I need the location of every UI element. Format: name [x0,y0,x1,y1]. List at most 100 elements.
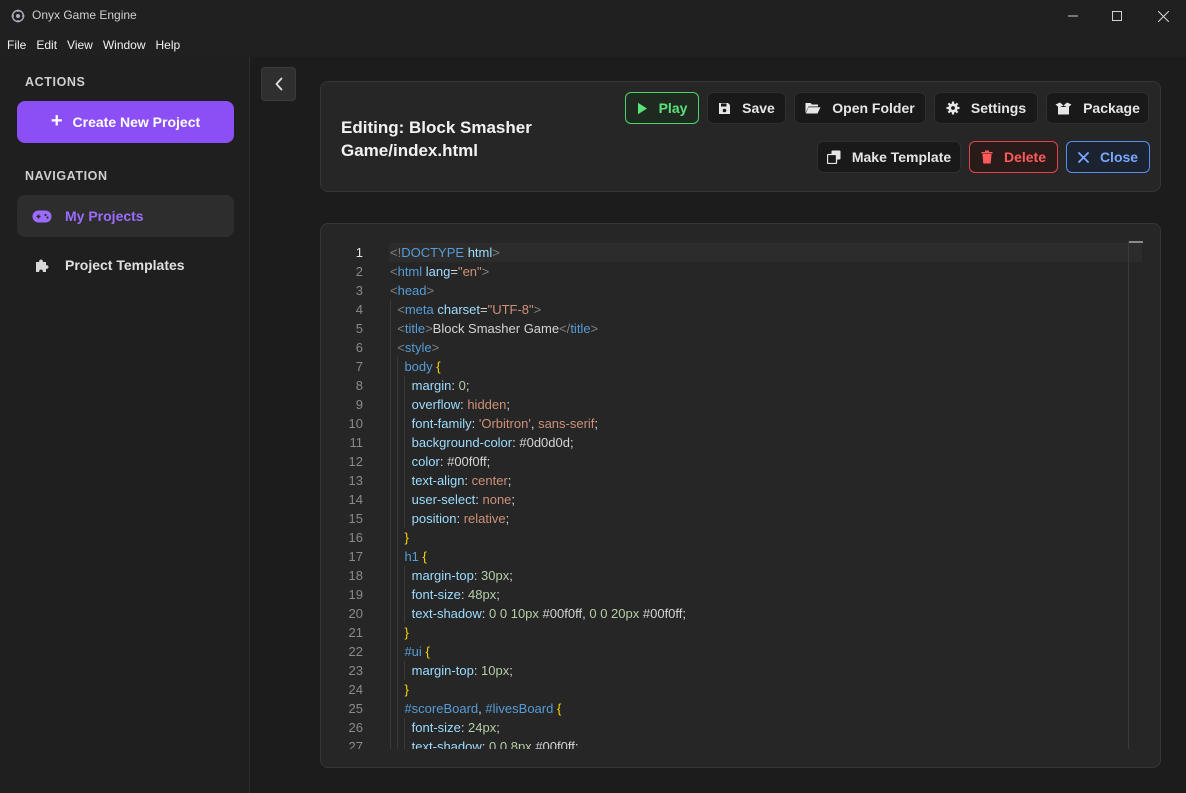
code-line[interactable]: 24 } [321,680,1142,699]
code-area[interactable]: 1 <!DOCTYPE html> 2 <html lang="en"> 3 <head>… [321,243,1142,749]
line-number: 12 [348,454,363,469]
line-number: 20 [348,606,363,621]
sidebar-item-project-templates[interactable]: Project Templates [17,244,234,286]
line-number: 23 [348,663,363,678]
line-number: 6 [355,340,363,355]
delete-button[interactable]: Delete [969,141,1058,173]
make-template-button[interactable]: Make Template [817,141,961,173]
code-line[interactable]: 2 <html lang="en"> [321,262,1142,281]
code-line[interactable]: 9 overflow: hidden; [321,395,1142,414]
play-button[interactable]: Play [625,92,699,124]
folder-open-icon [805,102,821,114]
code-line[interactable]: 17 h1 { [321,547,1142,566]
code-line-text: user-select: none; [411,492,516,507]
title-bar: Onyx Game Engine [0,0,1186,32]
line-number: 22 [348,644,363,659]
open-folder-label: Open Folder [832,100,915,116]
line-number: 26 [348,720,363,735]
code-line[interactable]: 3 <head> [321,281,1142,300]
minimize-button[interactable] [1050,0,1096,32]
line-number: 19 [348,587,363,602]
line-number: 18 [348,568,363,583]
app-logo-icon [11,9,25,23]
line-number: 9 [355,397,363,412]
code-line-text: font-family: 'Orbitron', sans-serif; [411,416,599,431]
create-new-project-button[interactable]: + Create New Project [17,101,234,143]
line-number: 16 [348,530,363,545]
navigation-section-label: NAVIGATION [25,169,108,183]
code-line[interactable]: 1 <!DOCTYPE html> [321,243,1142,262]
menu-edit[interactable]: Edit [36,38,57,52]
make-template-label: Make Template [851,149,952,165]
code-line[interactable]: 26 font-size: 24px; [321,718,1142,737]
package-button[interactable]: Package [1046,92,1149,124]
code-line[interactable]: 25 #scoreBoard, #livesBoard { [321,699,1142,718]
code-line[interactable]: 13 text-align: center; [321,471,1142,490]
code-line[interactable]: 14 user-select: none; [321,490,1142,509]
maximize-button[interactable] [1094,0,1140,32]
code-line[interactable]: 8 margin: 0; [321,376,1142,395]
code-line[interactable]: 20 text-shadow: 0 0 10px #00f0ff, 0 0 20… [321,604,1142,623]
code-line-text: margin: 0; [411,378,470,393]
code-line-text: margin-top: 10px; [411,663,513,678]
sidebar-item-my-projects[interactable]: My Projects [17,195,234,237]
code-line[interactable]: 27 text-shadow: 0 0 8px #00f0ff; [321,737,1142,749]
line-number: 21 [348,625,363,640]
line-number: 3 [355,283,363,298]
editor-scrollbar[interactable] [1128,241,1143,749]
play-icon [637,102,648,115]
open-folder-button[interactable]: Open Folder [794,92,926,124]
code-line[interactable]: 6 <style> [321,338,1142,357]
code-line-text: <html lang="en"> [390,264,490,279]
code-line[interactable]: 12 color: #00f0ff; [321,452,1142,471]
actions-section-label: ACTIONS [25,75,86,89]
copy-icon [826,150,841,164]
code-line[interactable]: 10 font-family: 'Orbitron', sans-serif; [321,414,1142,433]
menu-file[interactable]: File [7,38,26,52]
code-line[interactable]: 19 font-size: 48px; [321,585,1142,604]
code-line-text: <!DOCTYPE html> [389,243,1142,262]
close-button[interactable]: Close [1066,141,1150,173]
sidebar-item-label: Project Templates [65,257,185,273]
code-line[interactable]: 4 <meta charset="UTF-8"> [321,300,1142,319]
code-line[interactable]: 18 margin-top: 30px; [321,566,1142,585]
menu-help[interactable]: Help [156,38,181,52]
sidebar: ACTIONS + Create New Project NAVIGATION … [0,57,250,793]
delete-label: Delete [1003,149,1047,165]
code-line[interactable]: 11 background-color: #0d0d0d; [321,433,1142,452]
code-line[interactable]: 7 body { [321,357,1142,376]
line-number: 8 [355,378,363,393]
line-number: 14 [348,492,363,507]
line-number: 7 [355,359,363,374]
code-line-text: h1 { [404,549,427,564]
code-line-text: font-size: 24px; [411,720,500,735]
code-line[interactable]: 23 margin-top: 10px; [321,661,1142,680]
settings-button[interactable]: Settings [934,92,1038,124]
editing-file-title: Editing: Block Smasher Game/index.html [341,118,532,160]
window-title: Onyx Game Engine [32,8,137,22]
line-number: 5 [355,321,363,336]
menu-window[interactable]: Window [103,38,146,52]
code-line-text: #ui { [404,644,430,659]
code-line[interactable]: 16 } [321,528,1142,547]
code-editor[interactable]: 1 <!DOCTYPE html> 2 <html lang="en"> 3 <head>… [320,223,1161,768]
line-number: 4 [355,302,363,317]
code-line-text: #scoreBoard, #livesBoard { [404,701,562,716]
trash-icon [981,150,993,164]
box-open-icon [1055,102,1072,115]
settings-label: Settings [970,100,1027,116]
collapse-sidebar-button[interactable] [261,67,296,101]
code-line-text: } [404,530,409,545]
line-number: 1 [355,245,363,260]
save-button[interactable]: Save [707,92,786,124]
code-line[interactable]: 5 <title>Block Smasher Game</title> [321,319,1142,338]
code-line-text: margin-top: 30px; [411,568,513,583]
menu-view[interactable]: View [67,38,93,52]
code-line[interactable]: 22 #ui { [321,642,1142,661]
code-line[interactable]: 21 } [321,623,1142,642]
close-window-button[interactable] [1140,0,1186,32]
code-line-text: text-shadow: 0 0 10px #00f0ff, 0 0 20px … [411,606,687,621]
line-number: 11 [349,435,364,450]
code-line[interactable]: 15 position: relative; [321,509,1142,528]
line-number: 17 [348,549,363,564]
